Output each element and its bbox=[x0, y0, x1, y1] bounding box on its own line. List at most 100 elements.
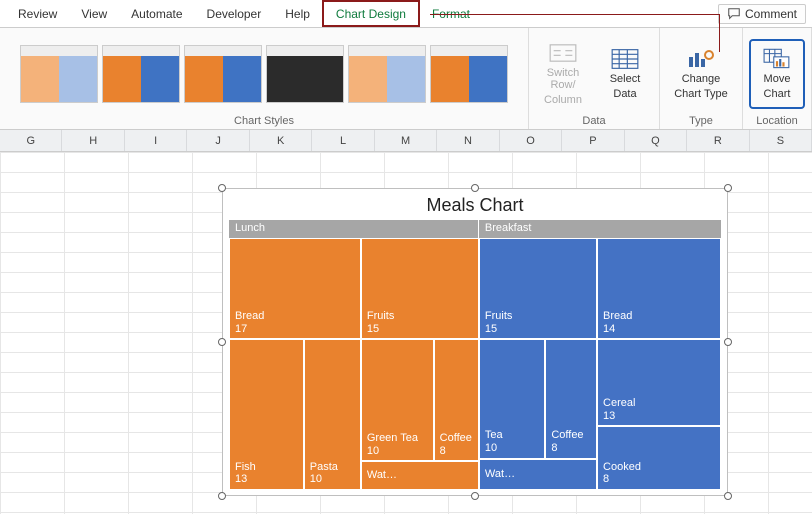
group-label-chart-styles: Chart Styles bbox=[6, 113, 522, 127]
tab-review[interactable]: Review bbox=[6, 0, 69, 27]
select-data-button[interactable]: Select Data bbox=[597, 39, 653, 109]
tm-bf-cooked[interactable]: Cooked 8 bbox=[597, 426, 721, 490]
tm-label: Bread bbox=[603, 310, 715, 323]
col-header[interactable]: L bbox=[312, 130, 374, 151]
chart-style-thumb[interactable] bbox=[266, 45, 344, 103]
col-header[interactable]: O bbox=[500, 130, 562, 151]
tm-value: 10 bbox=[310, 473, 355, 486]
chart-style-thumb[interactable] bbox=[430, 45, 508, 103]
tm-bf-tea[interactable]: Tea 10 bbox=[479, 339, 545, 458]
tab-developer[interactable]: Developer bbox=[195, 0, 274, 27]
tm-lunch-pasta[interactable]: Pasta 10 bbox=[304, 339, 361, 490]
tm-label: Cereal bbox=[603, 397, 715, 410]
chart-style-thumb[interactable] bbox=[20, 45, 98, 103]
group-label-type: Type bbox=[666, 113, 736, 127]
select-data-icon bbox=[611, 47, 639, 71]
col-header[interactable]: Q bbox=[625, 130, 687, 151]
chart-styles-gallery[interactable] bbox=[20, 45, 508, 103]
group-type: Change Chart Type Type bbox=[660, 28, 743, 129]
tm-bf-coffee[interactable]: Coffee 8 bbox=[545, 339, 597, 458]
tm-label: Cooked bbox=[603, 461, 715, 474]
btn-label: Move bbox=[764, 73, 791, 86]
tm-value: 10 bbox=[485, 442, 539, 455]
btn-label: Chart bbox=[764, 88, 791, 101]
tm-value: 10 bbox=[367, 445, 428, 458]
btn-label: Change bbox=[682, 73, 721, 86]
tm-bf-fruits[interactable]: Fruits 15 bbox=[479, 238, 597, 339]
resize-handle[interactable] bbox=[218, 338, 226, 346]
comments-label: Comment bbox=[745, 7, 797, 21]
tm-label: Pasta bbox=[310, 461, 355, 474]
tm-label: Coffee bbox=[440, 432, 473, 445]
col-header[interactable]: N bbox=[437, 130, 499, 151]
col-header[interactable]: M bbox=[375, 130, 437, 151]
switch-rowcol-icon bbox=[549, 41, 577, 65]
col-header[interactable]: S bbox=[750, 130, 812, 151]
group-label-data: Data bbox=[535, 113, 653, 127]
tm-value: 13 bbox=[235, 473, 298, 486]
group-chart-styles: Chart Styles bbox=[0, 28, 529, 129]
chart-object[interactable]: Meals Chart Lunch Breakfast Bread 17 Fis… bbox=[222, 188, 728, 496]
tm-value: 8 bbox=[551, 442, 591, 455]
ribbon-tabs: Review View Automate Developer Help Char… bbox=[0, 0, 812, 28]
btn-label: Column bbox=[544, 94, 582, 107]
tm-lunch-bread[interactable]: Bread 17 bbox=[229, 238, 361, 339]
tm-lunch-coffee[interactable]: Coffee 8 bbox=[434, 339, 479, 461]
resize-handle[interactable] bbox=[471, 184, 479, 192]
col-header[interactable]: H bbox=[62, 130, 124, 151]
change-type-icon bbox=[687, 47, 715, 71]
move-chart-icon bbox=[763, 47, 791, 71]
tab-chart-design[interactable]: Chart Design bbox=[322, 0, 420, 27]
resize-handle[interactable] bbox=[218, 492, 226, 500]
resize-handle[interactable] bbox=[724, 338, 732, 346]
tm-label: Tea bbox=[485, 429, 539, 442]
col-header[interactable]: J bbox=[187, 130, 249, 151]
group-data: Switch Row/ Column Select Data Data bbox=[529, 28, 660, 129]
tm-label: Wat… bbox=[485, 468, 591, 481]
tm-bf-water[interactable]: Wat… bbox=[479, 459, 597, 490]
tm-label: Coffee bbox=[551, 429, 591, 442]
move-chart-button[interactable]: Move Chart bbox=[749, 39, 805, 109]
comment-icon bbox=[727, 7, 741, 21]
category-header-lunch: Lunch bbox=[229, 220, 479, 238]
tm-label: Wat… bbox=[367, 469, 473, 482]
tm-lunch-greentea[interactable]: Green Tea 10 bbox=[361, 339, 434, 461]
tm-lunch-water[interactable]: Wat… bbox=[361, 461, 479, 490]
tm-bf-cereal[interactable]: Cereal 13 bbox=[597, 339, 721, 426]
resize-handle[interactable] bbox=[724, 492, 732, 500]
col-header[interactable]: I bbox=[125, 130, 187, 151]
chart-style-thumb[interactable] bbox=[348, 45, 426, 103]
chart-style-thumb[interactable] bbox=[102, 45, 180, 103]
tm-label: Fruits bbox=[485, 310, 591, 323]
comments-button[interactable]: Comment bbox=[718, 4, 806, 24]
tm-lunch-fruits[interactable]: Fruits 15 bbox=[361, 238, 479, 339]
tm-label: Fruits bbox=[367, 310, 473, 323]
tab-automate[interactable]: Automate bbox=[119, 0, 194, 27]
btn-label: Select bbox=[610, 73, 641, 86]
tm-bf-bread[interactable]: Bread 14 bbox=[597, 238, 721, 339]
tab-view[interactable]: View bbox=[69, 0, 119, 27]
tm-lunch-fish[interactable]: Fish 13 bbox=[229, 339, 304, 490]
treemap-plot[interactable]: Bread 17 Fish 13 Pasta 10 Fruits 15 Gree… bbox=[229, 238, 721, 490]
category-header-breakfast: Breakfast bbox=[479, 220, 721, 238]
tm-value: 8 bbox=[603, 473, 715, 486]
chart-style-thumb[interactable] bbox=[184, 45, 262, 103]
resize-handle[interactable] bbox=[724, 184, 732, 192]
col-header[interactable]: K bbox=[250, 130, 312, 151]
resize-handle[interactable] bbox=[471, 492, 479, 500]
col-header[interactable]: R bbox=[687, 130, 749, 151]
group-label-location: Location bbox=[749, 113, 805, 127]
col-header[interactable]: G bbox=[0, 130, 62, 151]
resize-handle[interactable] bbox=[218, 184, 226, 192]
col-header[interactable]: P bbox=[562, 130, 624, 151]
btn-label: Chart Type bbox=[674, 88, 728, 101]
btn-label: Data bbox=[613, 88, 636, 101]
tab-format[interactable]: Format bbox=[420, 0, 482, 27]
change-chart-type-button[interactable]: Change Chart Type bbox=[666, 39, 736, 109]
chart-title[interactable]: Meals Chart bbox=[223, 189, 727, 220]
btn-label: Switch Row/ bbox=[535, 67, 591, 92]
tm-label: Fish bbox=[235, 461, 298, 474]
worksheet-area[interactable]: G H I J K L M N O P Q R S Meals Chart Lu… bbox=[0, 130, 812, 514]
tab-help[interactable]: Help bbox=[273, 0, 322, 27]
tm-value: 14 bbox=[603, 323, 715, 336]
